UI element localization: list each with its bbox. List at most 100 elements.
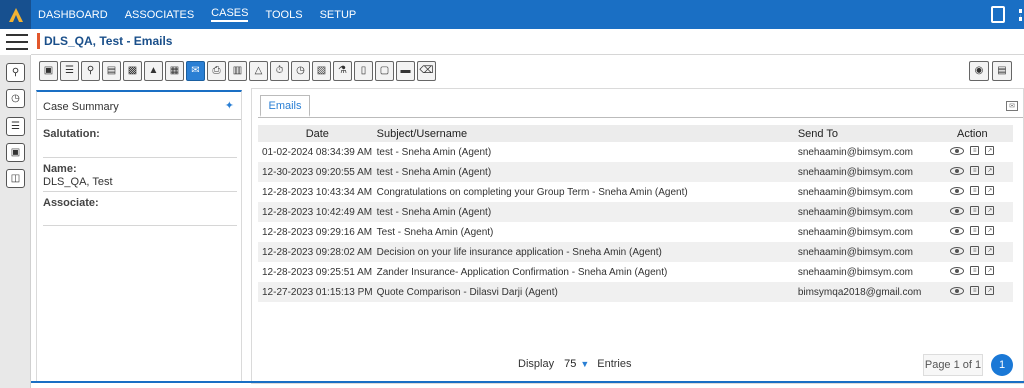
email-subject: Zander Insurance- Application Confirmati… (376, 266, 668, 278)
details-icon[interactable]: ≡ (970, 226, 980, 236)
forward-icon[interactable]: ↗ (985, 206, 995, 216)
forward-icon[interactable]: ↗ (985, 166, 995, 176)
chevron-down-icon[interactable]: ▼ (580, 359, 589, 369)
table-row[interactable]: 12-28-2023 10:43:34 AM Congratulations on… (258, 182, 1013, 202)
title-divider (31, 54, 1024, 55)
page-of-indicator: Page 1 of 1 (923, 354, 983, 376)
email-subject: Congratulations on completing your Group… (376, 186, 688, 198)
email-date: 12-28-2023 09:28:02 AM (258, 242, 373, 262)
entries-label: Entries (597, 358, 632, 370)
email-subject: Test - Sneha Amin (Agent) (376, 226, 494, 238)
emails-table: Date Subject/Username Send To Action 01-… (258, 125, 1013, 302)
view-icon[interactable] (950, 206, 965, 215)
table-row[interactable]: 12-28-2023 09:29:16 AM Test - Sneha Amin … (258, 222, 1013, 242)
view-icon[interactable] (950, 266, 965, 275)
print-icon[interactable]: ⎙ (207, 61, 226, 81)
bottom-divider (31, 381, 1024, 383)
share-icon[interactable]: ▤ (992, 61, 1012, 81)
notes-icon[interactable]: ▤ (102, 61, 121, 81)
clipboard-icon[interactable] (991, 6, 1005, 23)
email-send-to: snehaamin@bimsym.com (797, 146, 913, 158)
nav-item-setup[interactable]: SETUP (320, 9, 357, 21)
forward-icon[interactable]: ↗ (985, 266, 995, 276)
view-icon[interactable] (950, 146, 965, 155)
bell-icon[interactable]: △ (249, 61, 268, 81)
row-actions: ≡ ↗ (932, 142, 1013, 162)
history-icon[interactable]: ◷ (6, 89, 25, 108)
table-row[interactable]: 12-30-2023 09:20:55 AM test - Sneha Amin … (258, 162, 1013, 182)
view-icon[interactable] (950, 166, 965, 175)
hamburger-menu-icon[interactable] (6, 34, 28, 50)
details-icon[interactable]: ≡ (970, 186, 980, 196)
copy-icon[interactable]: ▬ (396, 61, 415, 81)
gallery-icon[interactable]: ▢ (375, 61, 394, 81)
email-date: 12-28-2023 09:29:16 AM (262, 226, 373, 238)
search-icon[interactable]: ⚲ (6, 63, 25, 82)
details-icon[interactable]: ≡ (970, 246, 980, 256)
menu-more-icon[interactable] (1019, 8, 1022, 21)
timer-icon[interactable]: ⏱ (270, 61, 289, 81)
page-button-1[interactable]: 1 (991, 354, 1013, 376)
upload-icon[interactable]: ◉ (969, 61, 989, 81)
tablet-icon[interactable]: ▯ (354, 61, 373, 81)
workflow-icon[interactable]: ◫ (6, 169, 25, 188)
table-row[interactable]: 01-02-2024 08:34:39 AM test - Sneha Amin … (258, 142, 1013, 162)
app-logo[interactable] (0, 0, 31, 29)
details-icon[interactable]: ≡ (970, 206, 980, 216)
forward-icon[interactable]: ↗ (985, 146, 995, 156)
row-actions: ≡ ↗ (931, 242, 1013, 262)
forward-icon[interactable]: ↗ (985, 246, 995, 256)
form-icon[interactable]: ▥ (228, 61, 247, 81)
column-header-date[interactable]: Date (258, 125, 373, 142)
view-icon[interactable] (950, 246, 965, 255)
search-doc-icon[interactable]: ⚲ (81, 61, 100, 81)
row-actions: ≡ ↗ (931, 282, 1013, 302)
email-icon[interactable]: ✉ (186, 61, 205, 81)
email-send-to: snehaamin@bimsym.com (797, 266, 913, 278)
nav-item-associates[interactable]: ASSOCIATES (125, 9, 194, 21)
forward-icon[interactable]: ↗ (985, 286, 995, 296)
nav-item-tools[interactable]: TOOLS (265, 9, 302, 21)
drive-icon[interactable]: ▧ (312, 61, 331, 81)
tab-emails[interactable]: Emails (260, 95, 310, 117)
table-row[interactable]: 12-27-2023 01:15:13 PM Quote Comparison -… (258, 282, 1013, 302)
compose-email-icon[interactable]: ✉ (1006, 101, 1018, 111)
view-icon[interactable] (950, 286, 965, 295)
nav-item-dashboard[interactable]: DASHBOARD (38, 9, 108, 21)
details-icon[interactable]: ≡ (970, 166, 980, 176)
email-send-to: snehaamin@bimsym.com (793, 202, 932, 222)
message-icon[interactable]: ▦ (165, 61, 184, 81)
details-icon[interactable]: ≡ (970, 146, 980, 156)
top-nav-bar: DASHBOARD ASSOCIATES CASES TOOLS SETUP (0, 0, 1024, 29)
nav-item-cases[interactable]: CASES (211, 7, 249, 22)
forward-icon[interactable]: ↗ (985, 186, 995, 196)
users-icon[interactable]: ⚗ (333, 61, 352, 81)
column-header-send-to[interactable]: Send To (793, 125, 932, 142)
display-label: Display (518, 358, 555, 370)
table-row[interactable]: 12-28-2023 09:25:51 AM Zander Insurance- … (258, 262, 1013, 282)
details-icon[interactable]: ≡ (970, 266, 980, 276)
table-row[interactable]: 12-28-2023 09:28:02 AM Decision on your l… (258, 242, 1013, 262)
details-icon[interactable]: ≡ (970, 286, 980, 296)
case-summary-header: Case Summary ✦ (37, 92, 241, 120)
email-date: 12-30-2023 09:20:55 AM (258, 162, 373, 182)
applicant-icon[interactable]: ☰ (60, 61, 79, 81)
attach-icon[interactable]: ▲ (144, 61, 163, 81)
document-search-icon[interactable]: ☰ (6, 117, 25, 136)
view-icon[interactable] (950, 226, 965, 235)
clock-icon[interactable]: ◷ (291, 61, 310, 81)
view-icon[interactable] (950, 186, 965, 195)
page-size-control: Display 75 ▼ Entries (518, 358, 632, 370)
page-size-select[interactable]: 75 (564, 358, 576, 370)
pin-icon[interactable]: ✦ (225, 99, 234, 112)
case-lookup-icon[interactable]: ▣ (6, 143, 25, 162)
email-send-to: snehaamin@bimsym.com (797, 186, 913, 198)
summary-icon[interactable]: ▣ (39, 61, 58, 81)
table-row[interactable]: 12-28-2023 10:42:49 AM test - Sneha Amin … (258, 202, 1013, 222)
forward-icon[interactable]: ↗ (985, 226, 995, 236)
column-header-subject[interactable]: Subject/Username (372, 125, 794, 142)
email-send-to: snehaamin@bimsym.com (797, 226, 913, 238)
case-summary-panel: Case Summary ✦ Salutation: Name: DLS_QA,… (36, 90, 242, 382)
trash-icon[interactable]: ⌫ (417, 61, 436, 81)
document-icon[interactable]: ▩ (123, 61, 142, 81)
